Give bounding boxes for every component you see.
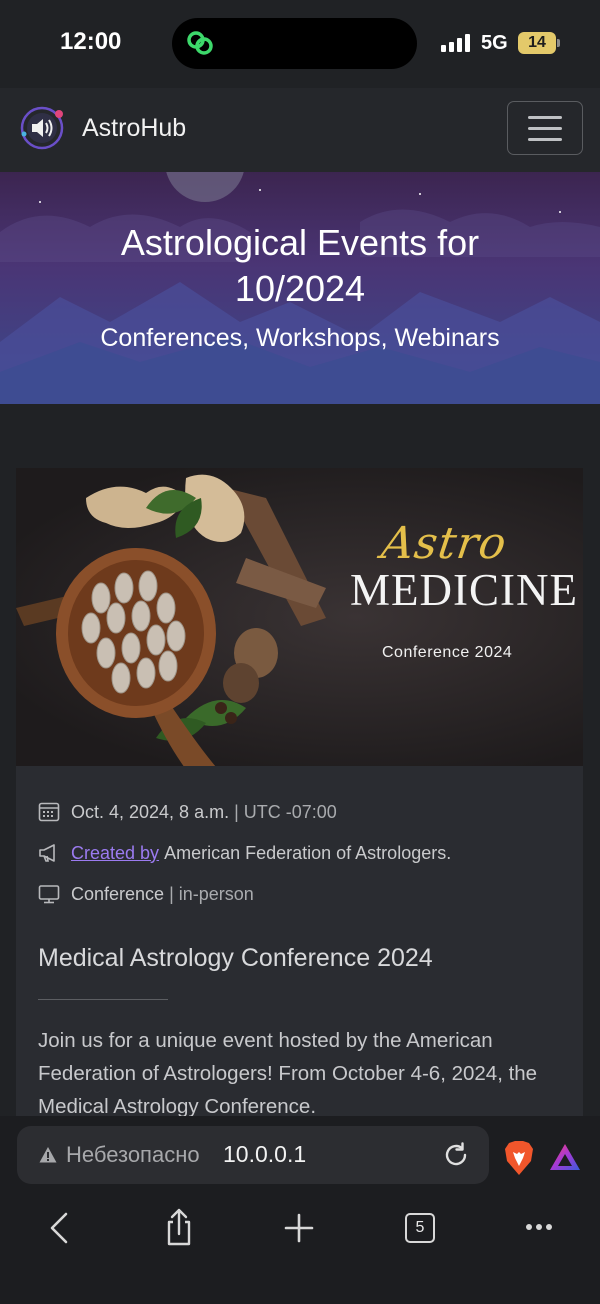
monitor-icon	[38, 885, 60, 904]
event-card[interactable]: Astro MEDICINE Conference 2024 Oct. 4, 2…	[16, 468, 583, 1128]
divider	[38, 999, 168, 1000]
battery-icon: 14	[518, 32, 556, 54]
reload-icon[interactable]	[441, 1140, 471, 1170]
tabs-button[interactable]: 5	[405, 1213, 435, 1243]
astrohub-logo-icon[interactable]	[18, 104, 66, 152]
event-type: Conference	[71, 883, 165, 904]
event-date: Oct. 4, 2024, 8 a.m.	[71, 801, 230, 822]
page-title: Astrological Events for 10/2024	[120, 222, 480, 309]
event-organizer-row: Created by American Federation of Astrol…	[38, 840, 451, 866]
megaphone-icon	[39, 844, 55, 862]
browser-toolbar: Небезопасно 10.0.0.1 5	[0, 1116, 600, 1304]
link-icon	[187, 31, 213, 55]
back-icon[interactable]	[40, 1208, 80, 1248]
calendar-icon	[38, 802, 60, 822]
url-text: 10.0.0.1	[223, 1141, 307, 1167]
hero-banner: Astrological Events for 10/2024 Conferen…	[0, 172, 600, 404]
status-time: 12:00	[60, 28, 122, 55]
share-icon[interactable]	[159, 1208, 199, 1248]
battery-cap	[557, 39, 560, 47]
event-organizer: American Federation of Astrologers.	[164, 842, 452, 863]
banner-subtitle: Conference 2024	[382, 644, 513, 661]
event-banner-image[interactable]: Astro MEDICINE Conference 2024	[16, 468, 583, 766]
banner-title: MEDICINE	[350, 565, 578, 615]
warning-icon	[39, 1147, 57, 1163]
status-bar: 12:00 5G 14	[0, 0, 600, 88]
herbs-spoon-illustration	[16, 474, 326, 766]
brave-rewards-icon[interactable]	[548, 1142, 582, 1172]
page-subtitle: Conferences, Workshops, Webinars	[100, 324, 500, 352]
new-tab-icon[interactable]	[279, 1208, 319, 1248]
event-date-row: Oct. 4, 2024, 8 a.m. | UTC -07:00	[38, 799, 337, 825]
event-title[interactable]: Medical Astrology Conference 2024	[38, 944, 433, 973]
signal-icon	[441, 34, 470, 52]
navbar: AstroHub	[0, 88, 600, 172]
dynamic-island	[172, 18, 417, 69]
network-label: 5G	[481, 32, 508, 54]
menu-button[interactable]	[507, 101, 583, 155]
address-bar[interactable]: Небезопасно 10.0.0.1	[17, 1126, 489, 1184]
created-by-link[interactable]: Created by	[71, 843, 159, 864]
security-label: Небезопасно	[66, 1142, 200, 1167]
more-icon[interactable]	[519, 1208, 559, 1248]
brand-name[interactable]: AstroHub	[82, 114, 186, 143]
banner-title-script: Astro	[378, 518, 511, 569]
event-timezone: | UTC -07:00	[234, 801, 337, 822]
event-type-row: Conference | in-person	[38, 881, 254, 907]
event-mode: | in-person	[169, 883, 254, 904]
brave-shield-icon[interactable]	[503, 1140, 535, 1176]
event-description: Join us for a unique event hosted by the…	[38, 1029, 538, 1118]
